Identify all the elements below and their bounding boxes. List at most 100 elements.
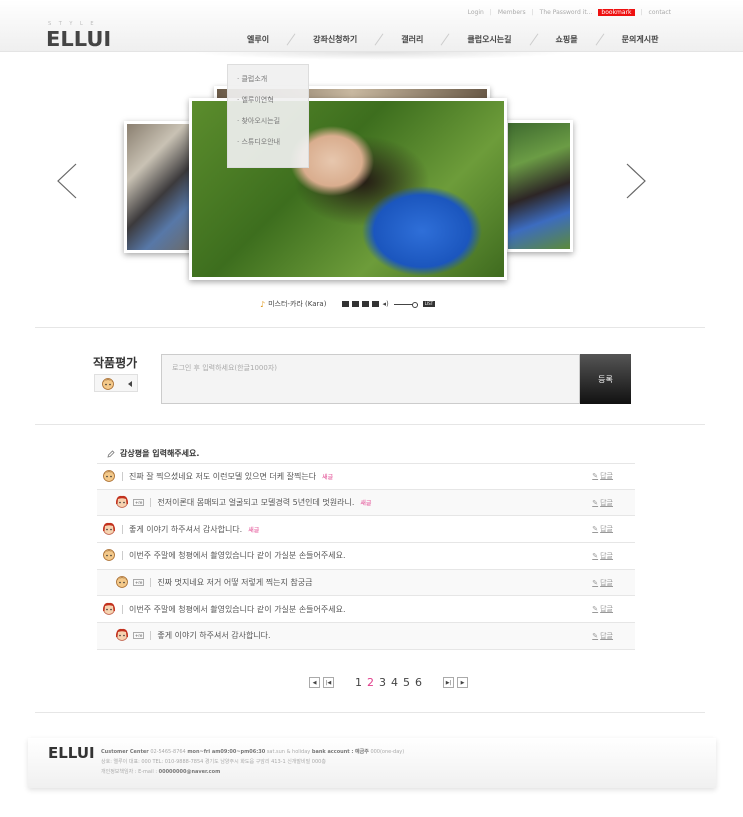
comment-text: 이번주 주말에 청평에서 촬영있습니다 같이 가실분 손들어주세요. bbox=[129, 604, 346, 614]
music-player: ♪ 미스터-카라 (Kara) ◂) LIST bbox=[260, 299, 436, 309]
header: S T Y L E ELLUI Login | Members | The Pa… bbox=[0, 0, 743, 52]
reply-label: 답글 bbox=[600, 578, 613, 587]
separator bbox=[122, 524, 123, 534]
page-1[interactable]: 1 bbox=[354, 676, 363, 689]
dropdown-item-directions[interactable]: · 찾아오시는길 bbox=[228, 111, 308, 132]
reply-label: 답글 bbox=[600, 631, 613, 640]
password-link[interactable]: The Password it... bbox=[540, 9, 593, 16]
reply-label: 답글 bbox=[600, 498, 613, 507]
footer-logo: ELLUI bbox=[48, 744, 95, 762]
nav-divider bbox=[529, 33, 538, 46]
nav-divider bbox=[595, 33, 605, 46]
nav-item-directions[interactable]: 클럽오시는길 bbox=[456, 34, 522, 45]
reply-link[interactable]: ✎ 답글 bbox=[592, 631, 613, 641]
nav-divider bbox=[374, 33, 384, 46]
volume-slider[interactable] bbox=[393, 301, 418, 308]
pencil-icon: ✎ bbox=[592, 631, 599, 640]
login-link[interactable]: Login bbox=[468, 9, 484, 16]
review-title: 작품평가 bbox=[93, 356, 138, 370]
play-icon[interactable] bbox=[362, 301, 370, 307]
reply-link[interactable]: ✎ 답글 bbox=[592, 578, 613, 588]
separator bbox=[122, 471, 123, 481]
divider bbox=[35, 424, 705, 425]
photo-image bbox=[508, 123, 570, 249]
separator bbox=[150, 631, 152, 641]
next-track-icon[interactable] bbox=[372, 301, 380, 307]
page-5[interactable]: 5 bbox=[402, 676, 411, 689]
playlist-button[interactable]: LIST bbox=[422, 301, 436, 307]
pencil-icon: ✎ bbox=[592, 498, 599, 507]
dropdown-item-studio[interactable]: · 스튜디오안내 bbox=[228, 132, 308, 153]
boy-avatar-icon bbox=[102, 548, 116, 563]
logo[interactable]: ELLUI bbox=[46, 27, 111, 51]
footer-line-3: 개인정보책임자 : E-mail : 00000000@naver.com bbox=[101, 769, 221, 775]
dropdown-item-history[interactable]: · 엘루이연혁 bbox=[228, 90, 308, 111]
gallery-photo-left[interactable] bbox=[124, 121, 196, 253]
footer: ELLUI Customer Center 02-5465-8764 mon~f… bbox=[28, 738, 716, 788]
girl-avatar-icon bbox=[102, 522, 116, 537]
footer-info: Customer Center 02-5465-8764 mon~fri am0… bbox=[101, 747, 404, 777]
comment-text: 진짜 멋지네요 저거 어떻 저렇게 찍는지 참궁금 bbox=[157, 578, 313, 588]
comment-row: 진짜 잘 찍으셨네요 저도 이런모델 있으면 더케 잘찍는다 새글 ✎ 답글 bbox=[97, 463, 635, 490]
nav-item-course[interactable]: 강좌신청하기 bbox=[302, 34, 368, 45]
first-page-icon[interactable]: ◀ bbox=[309, 677, 320, 688]
reply-label: 답글 bbox=[600, 605, 613, 614]
separator bbox=[122, 604, 123, 614]
main-nav: 엘루이 강좌신청하기 갤러리 클럽오시는길 쇼핑몰 문의게시판 bbox=[236, 33, 670, 46]
last-page-icon[interactable]: ▶ bbox=[457, 677, 468, 688]
page-6[interactable]: 6 bbox=[414, 676, 423, 689]
reply-link[interactable]: ✎ 답글 bbox=[592, 551, 613, 561]
gallery-photo-right[interactable] bbox=[505, 120, 573, 252]
reply-tag: +re bbox=[133, 499, 145, 507]
separator bbox=[122, 551, 123, 561]
stop-icon[interactable] bbox=[352, 301, 360, 307]
separator: | bbox=[640, 9, 643, 16]
comment-text: 이번주 주말에 청평에서 촬영있습니다 같이 가실분 손들어주세요. bbox=[129, 551, 346, 561]
reply-tag: +re bbox=[133, 579, 145, 587]
nav-item-shop[interactable]: 쇼핑몰 bbox=[545, 34, 589, 45]
contact-link[interactable]: contact bbox=[649, 9, 671, 16]
submit-button[interactable]: 등록 bbox=[580, 354, 631, 404]
separator bbox=[150, 498, 152, 508]
nav-item-board[interactable]: 문의게시판 bbox=[611, 34, 670, 45]
utility-links: Login | Members | The Password it... boo… bbox=[468, 9, 671, 16]
pagination: ◀ |◀ 1 2 3 4 5 6 ▶| ▶ bbox=[309, 676, 468, 689]
comment-list: 진짜 잘 찍으셨네요 저도 이런모델 있으면 더케 잘찍는다 새글 ✎ 답글 +r… bbox=[97, 463, 635, 650]
comment-row: +re 진짜 멋지네요 저거 어떻 저렇게 찍는지 참궁금 ✎ 답글 bbox=[97, 569, 635, 597]
boy-avatar-icon bbox=[115, 575, 129, 590]
next-page-icon[interactable]: ▶| bbox=[443, 677, 454, 688]
photo-image bbox=[127, 124, 193, 250]
avatar-select[interactable] bbox=[94, 374, 138, 392]
next-arrow-icon[interactable] bbox=[625, 163, 647, 199]
pencil-icon: ✎ bbox=[592, 525, 599, 534]
reply-link[interactable]: ✎ 답글 bbox=[592, 498, 613, 508]
music-note-icon: ♪ bbox=[260, 299, 266, 309]
footer-line-1: Customer Center 02-5465-8764 mon~fri am0… bbox=[101, 749, 405, 755]
new-badge: 새글 bbox=[322, 473, 334, 481]
reply-link[interactable]: ✎ 답글 bbox=[592, 604, 613, 614]
page-2-current[interactable]: 2 bbox=[366, 676, 375, 689]
girl-avatar-icon bbox=[115, 495, 129, 510]
reply-link[interactable]: ✎ 답글 bbox=[592, 471, 613, 481]
prev-arrow-icon[interactable] bbox=[56, 163, 78, 199]
reply-link[interactable]: ✎ 답글 bbox=[592, 524, 613, 534]
list-heading-text: 감상평을 입력해주세요. bbox=[120, 449, 200, 458]
page-4[interactable]: 4 bbox=[390, 676, 399, 689]
nav-divider bbox=[286, 33, 296, 46]
nav-item-gallery[interactable]: 갤러리 bbox=[390, 34, 434, 45]
nav-divider bbox=[440, 33, 450, 46]
comment-row: +re 좋게 이야기 하주셔서 감사합니다. ✎ 답글 bbox=[97, 623, 635, 650]
bookmark-link[interactable]: bookmark bbox=[598, 9, 635, 16]
nav-item-ellui[interactable]: 엘루이 bbox=[236, 34, 280, 45]
members-link[interactable]: Members bbox=[498, 9, 526, 16]
comment-row: +re 전저이론대 몸매되고 얼굴되고 모델경력 5년인데 멋원라니. 새글 ✎… bbox=[97, 489, 635, 517]
review-input[interactable] bbox=[161, 354, 580, 404]
prev-page-icon[interactable]: |◀ bbox=[323, 677, 334, 688]
pencil-icon: ✎ bbox=[592, 578, 599, 587]
dropdown-item-intro[interactable]: · 클럽소개 bbox=[228, 69, 308, 90]
page-3[interactable]: 3 bbox=[378, 676, 387, 689]
nav-dropdown: · 클럽소개 · 엘루이연혁 · 찾아오시는길 · 스튜디오안내 bbox=[227, 64, 309, 168]
pencil-icon bbox=[107, 449, 115, 458]
girl-avatar-icon bbox=[102, 602, 116, 617]
prev-track-icon[interactable] bbox=[342, 301, 350, 307]
